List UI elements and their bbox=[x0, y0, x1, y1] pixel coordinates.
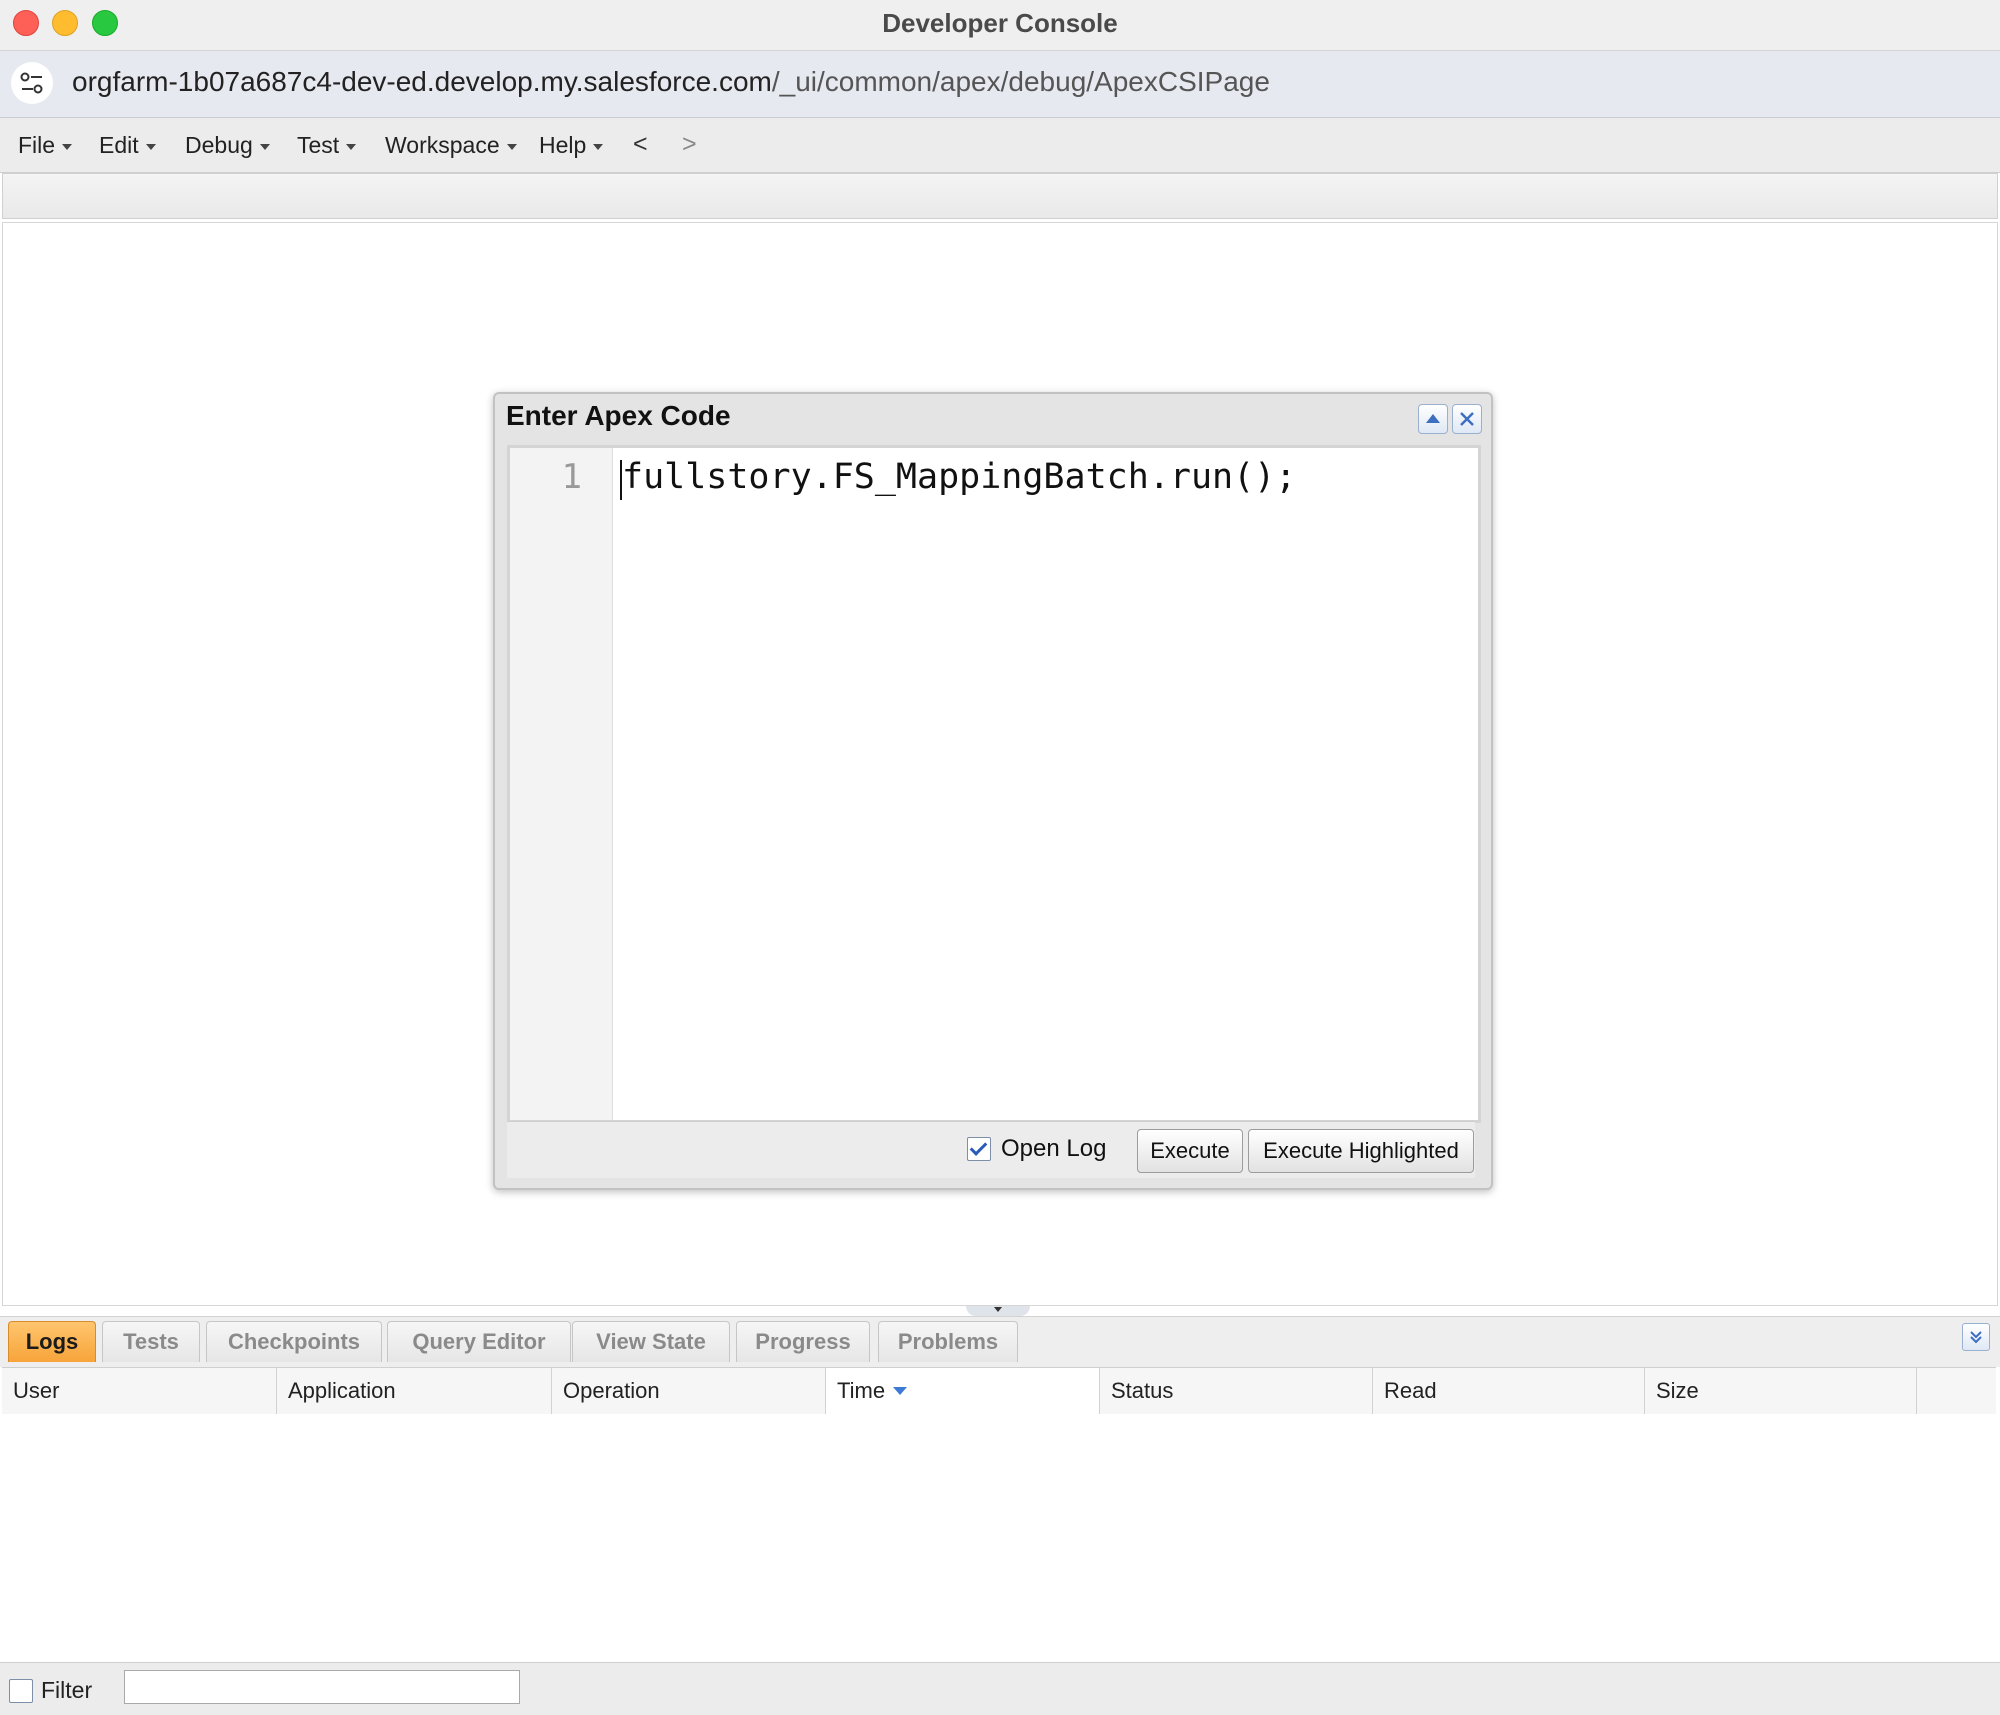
column-application[interactable]: Application bbox=[277, 1368, 552, 1414]
url-field[interactable]: orgfarm-1b07a687c4-dev-ed.develop.my.sal… bbox=[72, 66, 1270, 98]
menu-workspace[interactable]: Workspace bbox=[385, 132, 517, 159]
logs-table-header: User Application Operation Time Status R… bbox=[2, 1367, 1996, 1415]
dialog-footer: Open Log Execute Execute Highlighted bbox=[507, 1121, 1475, 1178]
menu-debug[interactable]: Debug bbox=[185, 132, 270, 159]
tab-tests[interactable]: Tests bbox=[102, 1321, 200, 1362]
menu-debug-label: Debug bbox=[185, 132, 253, 158]
execute-highlighted-button[interactable]: Execute Highlighted bbox=[1248, 1129, 1474, 1173]
open-log-checkbox[interactable]: Open Log bbox=[967, 1135, 1106, 1163]
column-read[interactable]: Read bbox=[1373, 1368, 1645, 1414]
chevron-down-icon bbox=[593, 143, 604, 150]
back-button[interactable]: < bbox=[633, 130, 648, 159]
tab-progress[interactable]: Progress bbox=[736, 1321, 870, 1362]
checkbox-icon[interactable] bbox=[967, 1137, 991, 1161]
column-time[interactable]: Time bbox=[826, 1368, 1100, 1414]
column-status[interactable]: Status bbox=[1100, 1368, 1373, 1414]
execute-button[interactable]: Execute bbox=[1137, 1129, 1243, 1173]
code-editor[interactable]: 1 fullstory.FS_MappingBatch.run(); bbox=[507, 445, 1481, 1123]
bottom-panel-tabs: Logs Tests Checkpoints Query Editor View… bbox=[0, 1316, 2000, 1367]
column-size[interactable]: Size bbox=[1645, 1368, 1917, 1414]
menu-edit-label: Edit bbox=[99, 132, 139, 158]
site-settings-icon[interactable] bbox=[11, 62, 53, 104]
chevron-up-icon bbox=[1426, 414, 1440, 423]
filter-label: Filter bbox=[41, 1677, 93, 1703]
tab-problems[interactable]: Problems bbox=[878, 1321, 1018, 1362]
menu-edit[interactable]: Edit bbox=[99, 132, 156, 159]
chevron-down-icon bbox=[62, 143, 73, 150]
url-host: orgfarm-1b07a687c4-dev-ed.develop.my.sal… bbox=[72, 66, 772, 97]
menu-help[interactable]: Help bbox=[539, 132, 604, 159]
column-operation[interactable]: Operation bbox=[552, 1368, 826, 1414]
tab-view-state[interactable]: View State bbox=[572, 1321, 730, 1362]
column-filler bbox=[1917, 1368, 1996, 1414]
tab-logs[interactable]: Logs bbox=[8, 1321, 96, 1362]
menu-test-label: Test bbox=[297, 132, 340, 158]
double-chevron-down-icon bbox=[1970, 1331, 1982, 1344]
menu-help-label: Help bbox=[539, 132, 587, 158]
close-icon bbox=[1460, 412, 1474, 426]
window-title-bar: Developer Console bbox=[0, 0, 2000, 51]
dialog-title: Enter Apex Code bbox=[506, 400, 731, 431]
tab-checkpoints[interactable]: Checkpoints bbox=[206, 1321, 382, 1362]
open-log-label: Open Log bbox=[1001, 1135, 1107, 1162]
line-number-gutter: 1 bbox=[510, 448, 613, 1120]
filter-bar: Filter bbox=[0, 1662, 2000, 1715]
address-bar: orgfarm-1b07a687c4-dev-ed.develop.my.sal… bbox=[0, 51, 2000, 118]
chevron-down-icon bbox=[346, 143, 357, 150]
line-number: 1 bbox=[561, 457, 582, 497]
chevron-down-icon bbox=[994, 1307, 1002, 1312]
window-title: Developer Console bbox=[882, 8, 1118, 38]
maximize-dialog-button[interactable] bbox=[1418, 404, 1448, 434]
menu-file-label: File bbox=[18, 132, 56, 158]
close-dialog-button[interactable] bbox=[1452, 404, 1482, 434]
chevron-down-icon bbox=[145, 143, 156, 150]
tab-query-editor[interactable]: Query Editor bbox=[387, 1321, 571, 1362]
chevron-down-icon bbox=[259, 143, 270, 150]
filter-checkbox[interactable] bbox=[9, 1679, 33, 1703]
filter-input[interactable] bbox=[124, 1670, 520, 1704]
forward-button[interactable]: > bbox=[682, 130, 697, 159]
panel-splitter-handle[interactable] bbox=[966, 1306, 1030, 1316]
editor-tab-strip bbox=[2, 173, 1998, 219]
menu-bar: File Edit Debug Test Workspace Help < > bbox=[0, 118, 2000, 173]
menu-workspace-label: Workspace bbox=[385, 132, 500, 158]
collapse-panel-button[interactable] bbox=[1962, 1323, 1990, 1351]
menu-file[interactable]: File bbox=[18, 132, 73, 159]
chevron-down-icon bbox=[506, 143, 517, 150]
column-time-label: Time bbox=[837, 1378, 886, 1403]
sort-descending-icon bbox=[893, 1387, 908, 1395]
logs-table-body bbox=[2, 1414, 1996, 1662]
menu-test[interactable]: Test bbox=[297, 132, 357, 159]
code-line[interactable]: fullstory.FS_MappingBatch.run(); bbox=[622, 457, 1296, 497]
column-user[interactable]: User bbox=[2, 1368, 277, 1414]
apex-code-dialog: Enter Apex Code 1 fullstory.FS_MappingBa… bbox=[493, 392, 1493, 1190]
url-path: /_ui/common/apex/debug/ApexCSIPage bbox=[771, 66, 1270, 97]
